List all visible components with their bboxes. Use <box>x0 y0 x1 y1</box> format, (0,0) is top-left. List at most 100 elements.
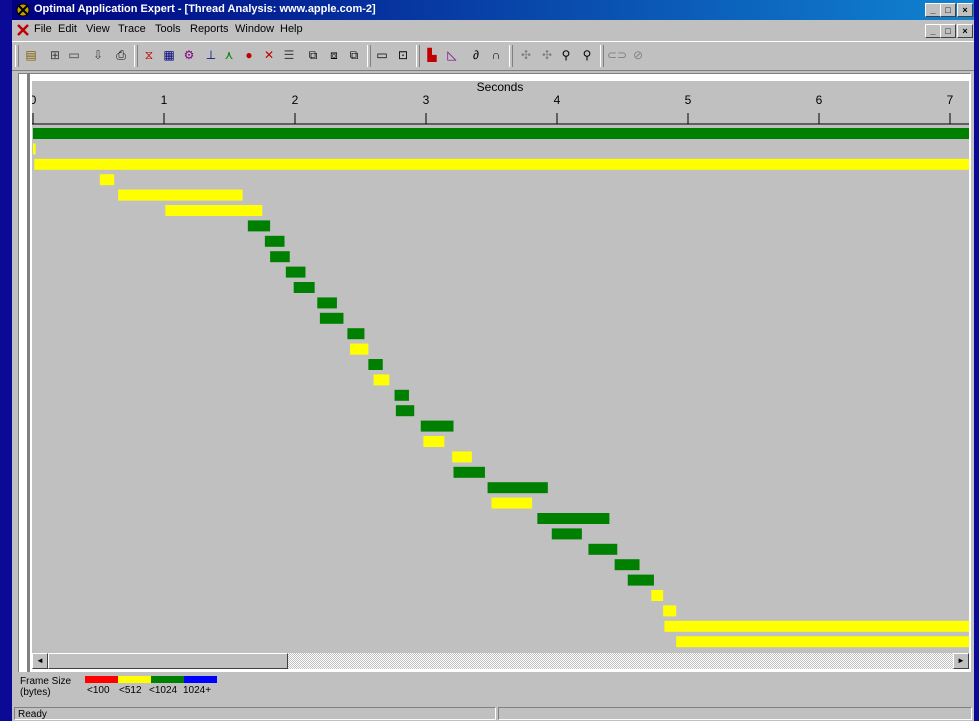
link-icon[interactable]: ∂ <box>467 46 485 64</box>
timeline-bar[interactable] <box>537 513 610 524</box>
timeline-bar[interactable] <box>452 451 472 463</box>
list-icon[interactable]: ☰ <box>280 46 298 64</box>
timeline-bar[interactable] <box>347 328 365 340</box>
menu-reports[interactable]: Reports <box>190 23 229 35</box>
print-icon[interactable]: ⎙ <box>112 46 130 64</box>
filter-icon[interactable]: ⧖ <box>140 46 158 64</box>
doc-minimize-button[interactable]: _ <box>925 24 941 38</box>
save-icon[interactable]: ⊞ <box>46 46 64 64</box>
toolbar-separator <box>134 45 138 67</box>
scroll-right-button[interactable]: ► <box>953 653 969 669</box>
menu-view[interactable]: View <box>86 23 110 35</box>
capture-icon[interactable]: ⊡ <box>394 46 412 64</box>
timeline-bar[interactable] <box>368 359 383 370</box>
timeline-bar[interactable] <box>270 251 290 263</box>
status-bar: Ready <box>12 706 974 721</box>
network-icon[interactable]: ⊥ <box>202 46 220 64</box>
timeline-bar[interactable] <box>487 482 548 494</box>
menu-help[interactable]: Help <box>280 23 303 35</box>
timeline-bar[interactable] <box>664 620 969 632</box>
collapse-icon[interactable]: ✣ <box>538 46 556 64</box>
cut-icon[interactable]: ✕ <box>260 46 278 64</box>
timeline-bar[interactable] <box>293 282 315 293</box>
menu-edit[interactable]: Edit <box>58 23 77 35</box>
horizontal-scrollbar[interactable]: ◄ ► <box>32 653 969 669</box>
timeline-bar[interactable] <box>33 128 969 139</box>
timeline-bar[interactable] <box>247 220 271 232</box>
window-icon[interactable]: ▭ <box>373 46 391 64</box>
legend-label-lt1024: <1024 <box>149 685 178 696</box>
doc-close-button[interactable]: × <box>957 24 973 38</box>
timeline-bar[interactable] <box>34 158 970 170</box>
timeline-bars <box>33 128 970 648</box>
timeline-chart[interactable]: Seconds 0 1 2 3 4 5 6 7 <box>30 80 970 653</box>
legend-label-lt512: <512 <box>119 685 142 696</box>
menu-trace[interactable]: Trace <box>118 23 146 35</box>
timeline-bar[interactable] <box>614 559 640 571</box>
timeline-bar[interactable] <box>99 174 115 186</box>
timeline-bar[interactable] <box>453 466 485 478</box>
timeline-bar[interactable] <box>663 605 677 617</box>
scroll-left-button[interactable]: ◄ <box>32 653 48 669</box>
timeline-bar[interactable] <box>165 205 263 216</box>
toolbar-separator <box>367 45 371 67</box>
menu-tools[interactable]: Tools <box>155 23 181 35</box>
timeline-bar[interactable] <box>588 543 618 555</box>
legend-swatch-blue <box>184 676 217 683</box>
timeline-bar[interactable] <box>551 528 582 540</box>
paste-icon[interactable]: ⧈ <box>325 46 343 64</box>
legend-swatch-green <box>151 676 184 683</box>
timeline-bar[interactable] <box>350 343 369 355</box>
menu-bar: File Edit View Trace Tools Reports Windo… <box>12 20 974 40</box>
menu-window[interactable]: Window <box>235 23 274 35</box>
maximize-button[interactable]: □ <box>940 3 956 17</box>
gear-icon[interactable]: ⚙ <box>180 46 198 64</box>
title-bar[interactable]: Optimal Application Expert - [Thread Ana… <box>12 0 974 20</box>
timeline-bar[interactable] <box>118 189 243 201</box>
left-divider[interactable] <box>27 74 30 673</box>
copy2-icon[interactable]: ⧉ <box>345 46 363 64</box>
bar-chart-icon[interactable]: ▙ <box>423 46 441 64</box>
zoom-out-icon[interactable]: ⚲ <box>578 46 596 64</box>
arc-icon[interactable]: ∩ <box>487 46 505 64</box>
open-icon[interactable]: ▤ <box>22 46 40 64</box>
timeline-bar[interactable] <box>285 266 306 278</box>
timeline-bar[interactable] <box>420 420 454 432</box>
timeline-bar[interactable] <box>627 574 654 586</box>
table-icon[interactable]: ▦ <box>160 46 178 64</box>
zoom-in-icon[interactable]: ⚲ <box>557 46 575 64</box>
application-window: Optimal Application Expert - [Thread Ana… <box>12 0 974 721</box>
timeline-bar[interactable] <box>394 389 409 401</box>
timeline-bar[interactable] <box>676 636 969 648</box>
document-icon[interactable] <box>16 23 30 37</box>
copy-icon[interactable]: ⧉ <box>304 46 322 64</box>
status-pane-2 <box>498 707 972 720</box>
timeline-bar[interactable] <box>264 235 285 247</box>
legend-label-1024plus: 1024+ <box>183 685 212 696</box>
toolbar: ▤ ⊞ ▭ ⇩ ⎙ ⧖ ▦ ⚙ ⊥ ⋏ ● ✕ ☰ ⧉ ⧈ ⧉ ▭ ⊡ ▙ ◺ … <box>12 41 974 71</box>
unchain-icon[interactable]: ⊘ <box>629 46 647 64</box>
pie-icon[interactable]: ● <box>240 46 258 64</box>
timeline-bar[interactable] <box>319 312 344 324</box>
expand-icon[interactable]: ✣ <box>517 46 535 64</box>
graph-icon[interactable]: ⋏ <box>220 46 238 64</box>
timeline-bar[interactable] <box>373 374 390 386</box>
chain-icon[interactable]: ⊂⊃ <box>607 46 627 64</box>
menu-file[interactable]: File <box>34 23 52 35</box>
timeline-bar[interactable] <box>491 497 533 509</box>
doc-restore-button[interactable]: □ <box>940 24 956 38</box>
timeline-bar[interactable] <box>317 297 337 309</box>
timeline-bar[interactable] <box>395 405 415 417</box>
timeline-bar[interactable] <box>33 143 36 155</box>
frame-size-legend: Frame Size (bytes) <100 <512 <1024 1024+ <box>12 672 974 706</box>
x-tick-label: 4 <box>554 93 561 107</box>
import-icon[interactable]: ⇩ <box>89 46 107 64</box>
x-tick-label: 1 <box>161 93 168 107</box>
line-chart-icon[interactable]: ◺ <box>443 46 461 64</box>
minimize-button[interactable]: _ <box>925 3 941 17</box>
timeline-bar[interactable] <box>651 590 664 601</box>
scroll-thumb[interactable] <box>48 653 288 669</box>
close-file-icon[interactable]: ▭ <box>65 46 83 64</box>
close-button[interactable]: × <box>957 3 973 17</box>
timeline-bar[interactable] <box>423 436 445 447</box>
